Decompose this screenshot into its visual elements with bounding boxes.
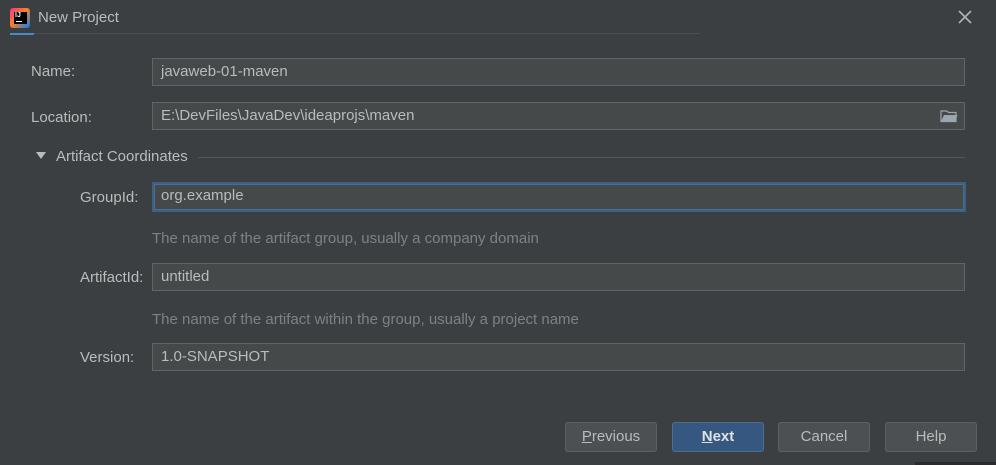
- section-divider: [198, 157, 965, 158]
- groupid-field[interactable]: org.example: [152, 182, 966, 212]
- previous-button[interactable]: Previous: [565, 422, 657, 452]
- help-button[interactable]: Help: [885, 422, 977, 452]
- groupid-label: GroupId:: [80, 189, 139, 206]
- name-label: Name:: [31, 63, 76, 80]
- next-label: ext: [712, 428, 735, 445]
- window-title: New Project: [38, 9, 119, 26]
- folder-icon[interactable]: [940, 109, 958, 123]
- close-icon[interactable]: [955, 7, 975, 27]
- artifact-coordinates-toggle[interactable]: Artifact Coordinates: [56, 148, 188, 165]
- next-mnemonic: N: [701, 428, 713, 445]
- previous-mnemonic: P: [581, 428, 592, 445]
- triangle-down-icon[interactable]: [36, 152, 46, 159]
- name-field[interactable]: javaweb-01-maven: [152, 58, 965, 86]
- artifactid-field[interactable]: untitled: [152, 263, 965, 291]
- title-separator: [34, 33, 700, 34]
- next-button[interactable]: Next: [672, 422, 764, 452]
- location-field[interactable]: E:\DevFiles\JavaDev\ideaprojs\maven: [152, 102, 965, 130]
- title-bar: IJ New Project: [0, 0, 996, 35]
- artifactid-hint: The name of the artifact within the grou…: [152, 311, 579, 328]
- location-value: E:\DevFiles\JavaDev\ideaprojs\maven: [161, 107, 415, 124]
- location-label: Location:: [31, 109, 92, 126]
- groupid-hint: The name of the artifact group, usually …: [152, 230, 539, 247]
- version-field[interactable]: 1.0-SNAPSHOT: [152, 343, 965, 371]
- artifactid-label: ArtifactId:: [80, 269, 144, 286]
- title-accent-underline: [10, 33, 34, 35]
- cancel-button[interactable]: Cancel: [778, 422, 870, 452]
- version-label: Version:: [80, 349, 135, 366]
- previous-label: revious: [591, 428, 641, 445]
- intellij-idea-icon: IJ: [10, 8, 30, 28]
